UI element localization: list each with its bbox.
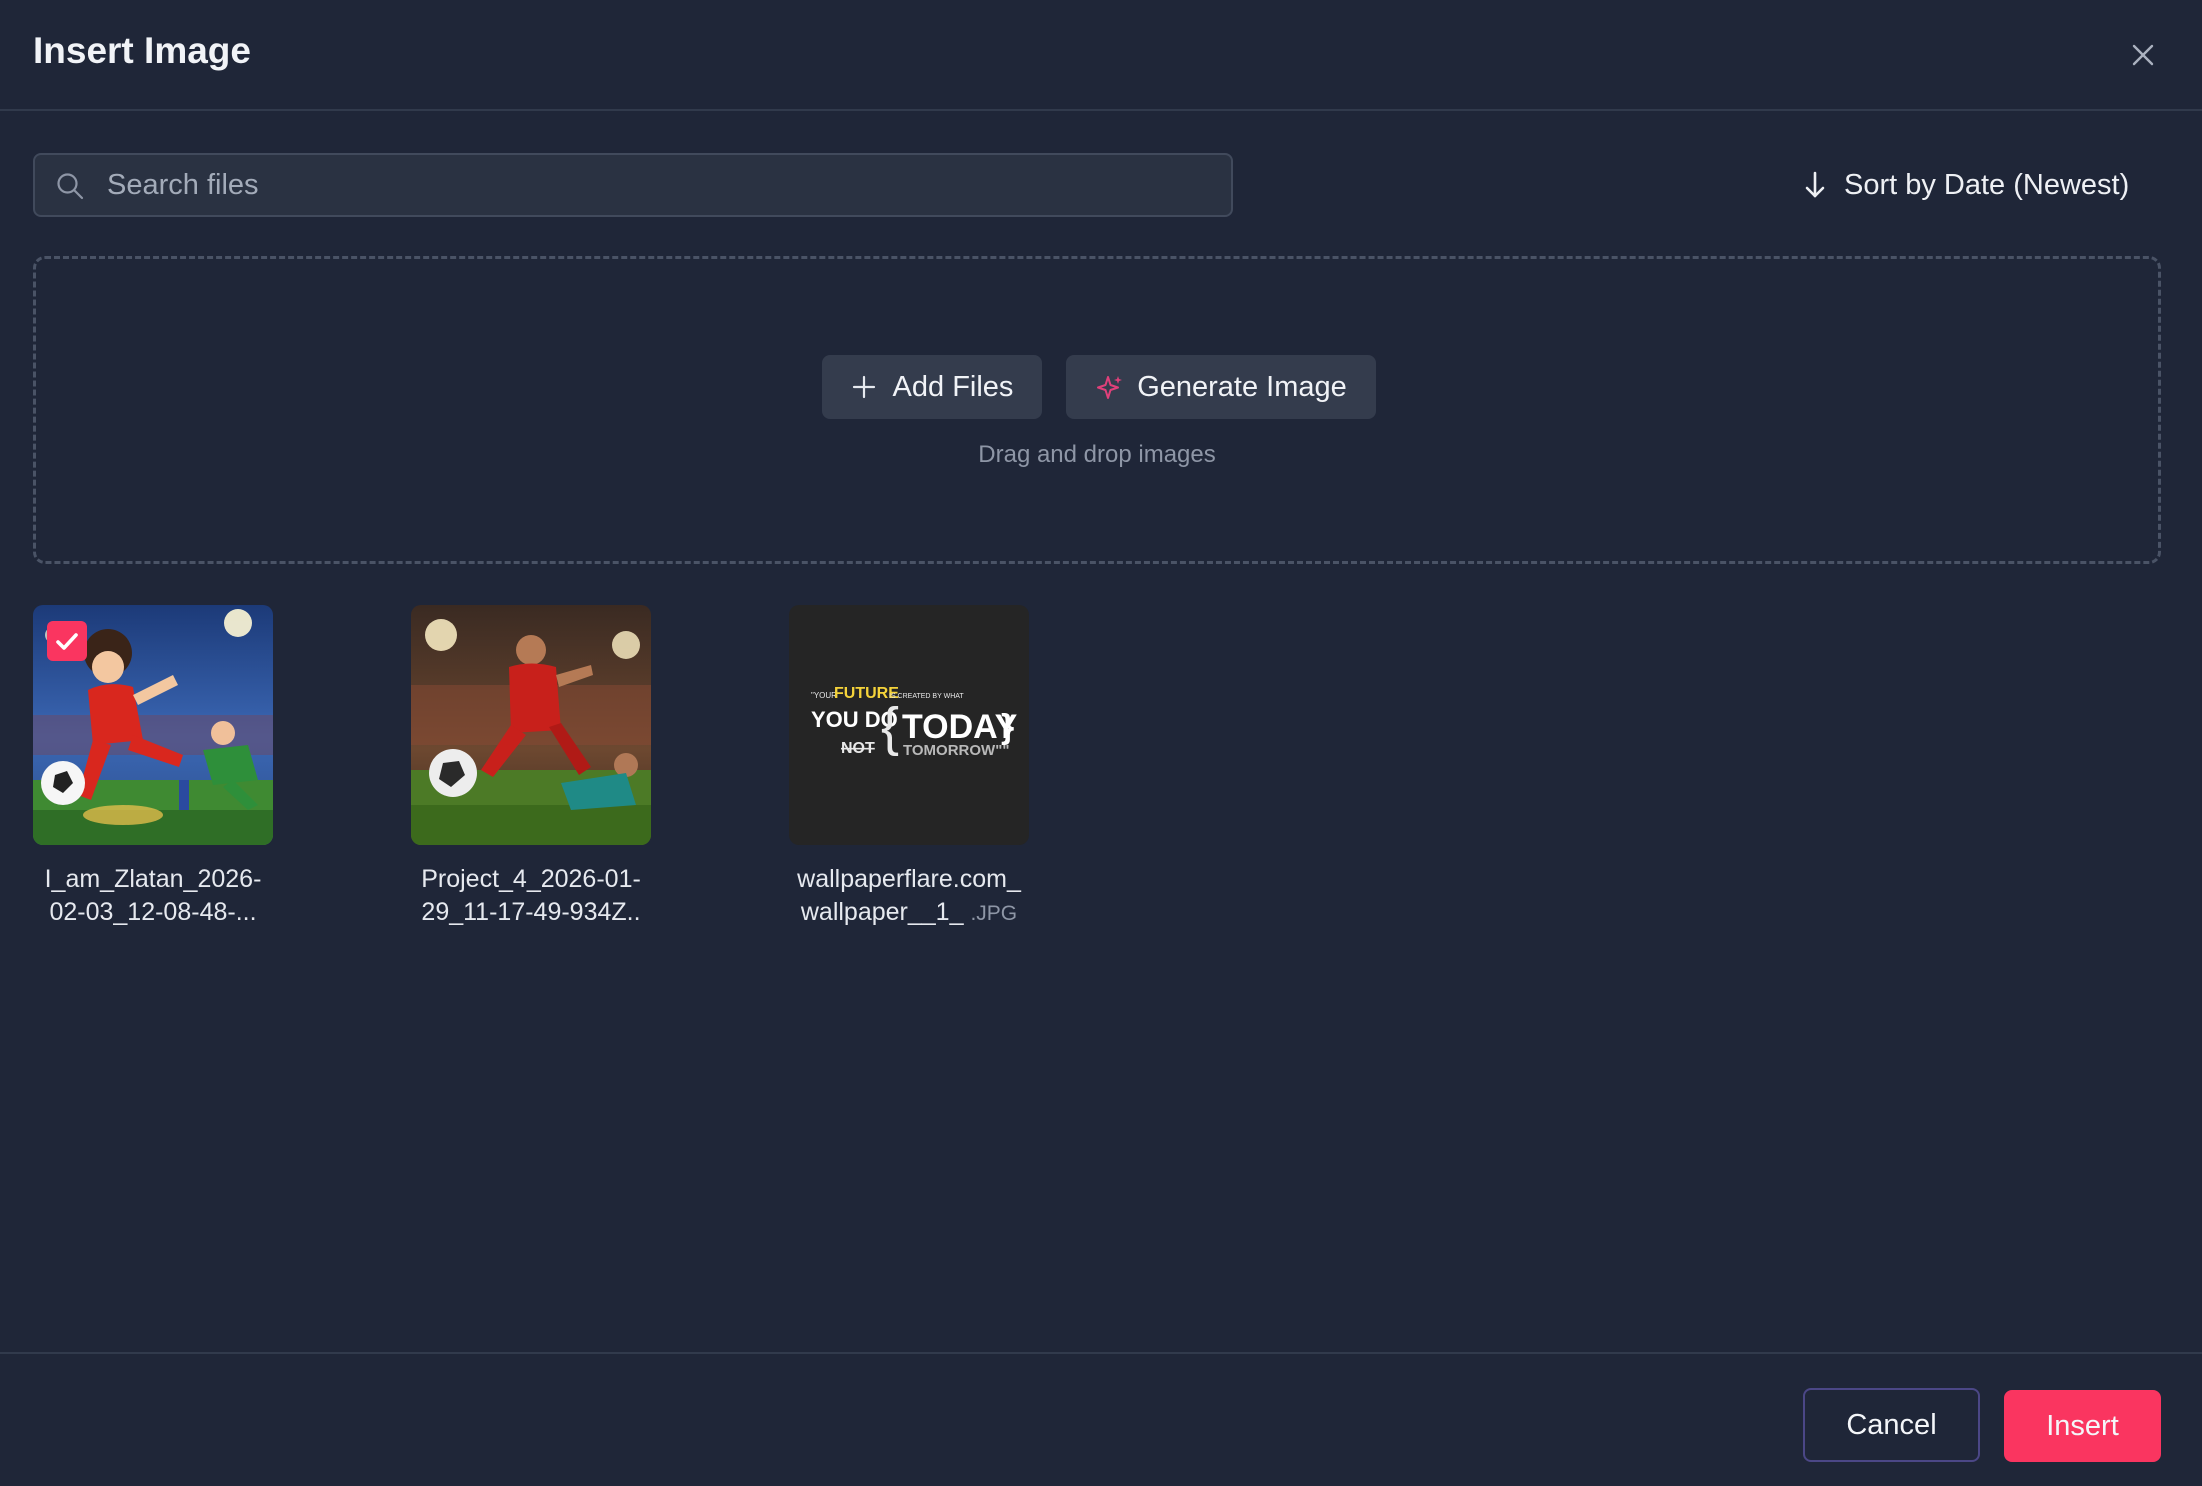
selected-checkbox[interactable] bbox=[47, 621, 87, 661]
plus-icon bbox=[851, 374, 877, 400]
quote-text: TOMORROW"" bbox=[903, 742, 1009, 759]
insert-image-dialog: Insert Image Sort by Date (Newest) bbox=[0, 0, 2202, 1486]
sort-button[interactable]: Sort by Date (Newest) bbox=[1800, 160, 2150, 210]
generate-image-label: Generate Image bbox=[1137, 370, 1347, 403]
file-name: Project_4_2026-01- 29_11-17-49-934Z.. bbox=[421, 865, 641, 926]
insert-button[interactable]: Insert bbox=[2004, 1390, 2161, 1462]
close-icon[interactable] bbox=[2124, 36, 2162, 74]
image-thumbnail[interactable] bbox=[33, 605, 273, 845]
drop-zone[interactable]: Add Files Generate Image Drag and drop i… bbox=[33, 256, 2161, 564]
search-icon bbox=[55, 171, 85, 201]
arrow-down-icon bbox=[1800, 168, 1830, 202]
file-name: wallpaperflare.com_ wallpaper__1_ .JPG bbox=[797, 865, 1021, 926]
add-files-label: Add Files bbox=[892, 370, 1014, 403]
cancel-button[interactable]: Cancel bbox=[1803, 1388, 1980, 1462]
drop-hint: Drag and drop images bbox=[978, 441, 1216, 468]
svg-text:}: } bbox=[1001, 708, 1014, 746]
search-box bbox=[33, 153, 1233, 217]
svg-text:{: { bbox=[881, 697, 899, 757]
generate-image-button[interactable]: Generate Image bbox=[1066, 355, 1376, 419]
sparkle-icon bbox=[1095, 374, 1123, 400]
quote-text: NOT bbox=[841, 740, 875, 757]
sort-label: Sort by Date (Newest) bbox=[1844, 168, 2130, 201]
dialog-footer: Cancel Insert bbox=[0, 1352, 2202, 1486]
search-input[interactable] bbox=[107, 163, 1207, 207]
dialog-title: Insert Image bbox=[33, 30, 251, 71]
file-name: I_am_Zlatan_2026- 02-03_12-08-48-... bbox=[44, 865, 262, 926]
image-thumbnail[interactable] bbox=[411, 605, 651, 845]
file-extension: .JPG bbox=[970, 902, 1018, 925]
add-files-button[interactable]: Add Files bbox=[822, 355, 1042, 419]
image-thumbnail[interactable]: "YOUR FUTURE IS CREATED BY WHAT YOU DO N… bbox=[789, 605, 1029, 845]
quote-text: IS CREATED BY WHAT bbox=[889, 693, 964, 700]
dialog-header: Insert Image bbox=[0, 0, 2202, 111]
